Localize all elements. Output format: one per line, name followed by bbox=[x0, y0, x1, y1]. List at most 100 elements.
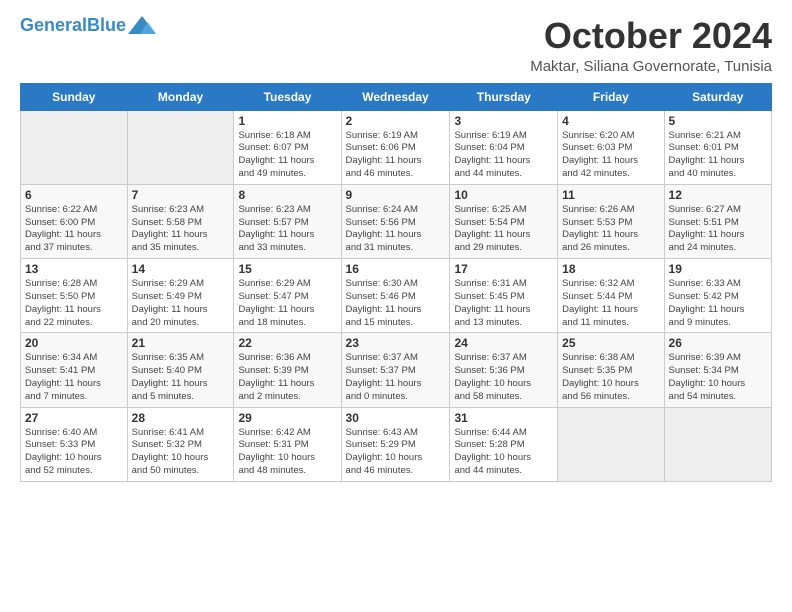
location-title: Maktar, Siliana Governorate, Tunisia bbox=[530, 58, 772, 75]
column-header-wednesday: Wednesday bbox=[341, 83, 450, 110]
day-info: Sunrise: 6:31 AMSunset: 5:45 PMDaylight:… bbox=[454, 278, 553, 329]
calendar-table: SundayMondayTuesdayWednesdayThursdayFrid… bbox=[20, 83, 772, 482]
day-info: Sunrise: 6:22 AMSunset: 6:00 PMDaylight:… bbox=[25, 204, 123, 255]
calendar-cell: 8Sunrise: 6:23 AMSunset: 5:57 PMDaylight… bbox=[234, 184, 341, 258]
day-info: Sunrise: 6:36 AMSunset: 5:39 PMDaylight:… bbox=[238, 352, 336, 403]
day-info: Sunrise: 6:37 AMSunset: 5:37 PMDaylight:… bbox=[346, 352, 446, 403]
week-row-5: 27 Sunrise: 6:40 AMSunset: 5:33 PMDayligh… bbox=[21, 407, 772, 481]
day-number: 11 bbox=[562, 188, 659, 202]
day-number: 31 bbox=[454, 411, 553, 425]
day-info: Sunrise: 6:20 AMSunset: 6:03 PMDaylight:… bbox=[562, 130, 659, 181]
calendar-header-row: SundayMondayTuesdayWednesdayThursdayFrid… bbox=[21, 83, 772, 110]
page: GeneralBlue October 2024 Maktar, Siliana… bbox=[0, 0, 792, 612]
day-info: Sunrise: 6:19 AMSunset: 6:06 PMDaylight:… bbox=[346, 130, 446, 181]
day-number: 5 bbox=[669, 114, 767, 128]
day-number: 19 bbox=[669, 262, 767, 276]
day-number: 29 bbox=[238, 411, 336, 425]
calendar-cell: 26Sunrise: 6:39 AMSunset: 5:34 PMDayligh… bbox=[664, 333, 771, 407]
day-number: 16 bbox=[346, 262, 446, 276]
calendar-cell: 16 Sunrise: 6:30 AMSunset: 5:46 PMDayligh… bbox=[341, 259, 450, 333]
day-number: 24 bbox=[454, 336, 553, 350]
week-row-2: 6 Sunrise: 6:22 AMSunset: 6:00 PMDaylight… bbox=[21, 184, 772, 258]
day-info: Sunrise: 6:37 AMSunset: 5:36 PMDaylight:… bbox=[454, 352, 553, 403]
day-info: Sunrise: 6:29 AMSunset: 5:49 PMDaylight:… bbox=[132, 278, 230, 329]
calendar-cell: 14 Sunrise: 6:29 AMSunset: 5:49 PMDayligh… bbox=[127, 259, 234, 333]
month-title: October 2024 bbox=[530, 16, 772, 56]
day-info: Sunrise: 6:33 AMSunset: 5:42 PMDaylight:… bbox=[669, 278, 767, 329]
day-number: 23 bbox=[346, 336, 446, 350]
calendar-cell: 15Sunrise: 6:29 AMSunset: 5:47 PMDayligh… bbox=[234, 259, 341, 333]
day-info: Sunrise: 6:28 AMSunset: 5:50 PMDaylight:… bbox=[25, 278, 123, 329]
calendar-cell: 6 Sunrise: 6:22 AMSunset: 6:00 PMDaylight… bbox=[21, 184, 128, 258]
calendar-cell bbox=[664, 407, 771, 481]
calendar-cell: 17 Sunrise: 6:31 AMSunset: 5:45 PMDayligh… bbox=[450, 259, 558, 333]
calendar-cell bbox=[127, 110, 234, 184]
calendar-cell: 30 Sunrise: 6:43 AMSunset: 5:29 PMDayligh… bbox=[341, 407, 450, 481]
logo-text: GeneralBlue bbox=[20, 16, 126, 36]
calendar-cell: 25 Sunrise: 6:38 AMSunset: 5:35 PMDayligh… bbox=[558, 333, 664, 407]
calendar-cell: 27 Sunrise: 6:40 AMSunset: 5:33 PMDayligh… bbox=[21, 407, 128, 481]
day-info: Sunrise: 6:42 AMSunset: 5:31 PMDaylight:… bbox=[238, 427, 336, 478]
calendar-cell: 4 Sunrise: 6:20 AMSunset: 6:03 PMDaylight… bbox=[558, 110, 664, 184]
logo-icon bbox=[128, 14, 156, 36]
calendar-cell: 18Sunrise: 6:32 AMSunset: 5:44 PMDayligh… bbox=[558, 259, 664, 333]
day-info: Sunrise: 6:35 AMSunset: 5:40 PMDaylight:… bbox=[132, 352, 230, 403]
day-number: 10 bbox=[454, 188, 553, 202]
day-info: Sunrise: 6:34 AMSunset: 5:41 PMDaylight:… bbox=[25, 352, 123, 403]
calendar-cell: 5 Sunrise: 6:21 AMSunset: 6:01 PMDaylight… bbox=[664, 110, 771, 184]
calendar-cell: 19 Sunrise: 6:33 AMSunset: 5:42 PMDayligh… bbox=[664, 259, 771, 333]
calendar-cell: 11Sunrise: 6:26 AMSunset: 5:53 PMDayligh… bbox=[558, 184, 664, 258]
calendar-cell: 12 Sunrise: 6:27 AMSunset: 5:51 PMDayligh… bbox=[664, 184, 771, 258]
calendar-cell: 3Sunrise: 6:19 AMSunset: 6:04 PMDaylight… bbox=[450, 110, 558, 184]
day-info: Sunrise: 6:27 AMSunset: 5:51 PMDaylight:… bbox=[669, 204, 767, 255]
calendar-cell: 22 Sunrise: 6:36 AMSunset: 5:39 PMDayligh… bbox=[234, 333, 341, 407]
day-number: 25 bbox=[562, 336, 659, 350]
day-info: Sunrise: 6:25 AMSunset: 5:54 PMDaylight:… bbox=[454, 204, 553, 255]
day-info: Sunrise: 6:38 AMSunset: 5:35 PMDaylight:… bbox=[562, 352, 659, 403]
calendar-cell: 28Sunrise: 6:41 AMSunset: 5:32 PMDayligh… bbox=[127, 407, 234, 481]
day-number: 4 bbox=[562, 114, 659, 128]
calendar-cell: 23 Sunrise: 6:37 AMSunset: 5:37 PMDayligh… bbox=[341, 333, 450, 407]
day-info: Sunrise: 6:18 AMSunset: 6:07 PMDaylight:… bbox=[238, 130, 336, 181]
column-header-sunday: Sunday bbox=[21, 83, 128, 110]
day-number: 27 bbox=[25, 411, 123, 425]
day-number: 14 bbox=[132, 262, 230, 276]
calendar-cell: 20 Sunrise: 6:34 AMSunset: 5:41 PMDayligh… bbox=[21, 333, 128, 407]
day-info: Sunrise: 6:23 AMSunset: 5:57 PMDaylight:… bbox=[238, 204, 336, 255]
week-row-1: 1Sunrise: 6:18 AMSunset: 6:07 PMDaylight… bbox=[21, 110, 772, 184]
day-info: Sunrise: 6:24 AMSunset: 5:56 PMDaylight:… bbox=[346, 204, 446, 255]
calendar-cell: 9 Sunrise: 6:24 AMSunset: 5:56 PMDaylight… bbox=[341, 184, 450, 258]
day-number: 22 bbox=[238, 336, 336, 350]
day-number: 2 bbox=[346, 114, 446, 128]
day-info: Sunrise: 6:21 AMSunset: 6:01 PMDaylight:… bbox=[669, 130, 767, 181]
day-number: 30 bbox=[346, 411, 446, 425]
day-info: Sunrise: 6:39 AMSunset: 5:34 PMDaylight:… bbox=[669, 352, 767, 403]
day-info: Sunrise: 6:43 AMSunset: 5:29 PMDaylight:… bbox=[346, 427, 446, 478]
day-number: 7 bbox=[132, 188, 230, 202]
calendar-cell: 10 Sunrise: 6:25 AMSunset: 5:54 PMDayligh… bbox=[450, 184, 558, 258]
calendar-cell: 7 Sunrise: 6:23 AMSunset: 5:58 PMDaylight… bbox=[127, 184, 234, 258]
calendar-cell: 24 Sunrise: 6:37 AMSunset: 5:36 PMDayligh… bbox=[450, 333, 558, 407]
calendar-cell bbox=[21, 110, 128, 184]
day-info: Sunrise: 6:40 AMSunset: 5:33 PMDaylight:… bbox=[25, 427, 123, 478]
day-number: 9 bbox=[346, 188, 446, 202]
day-number: 15 bbox=[238, 262, 336, 276]
day-info: Sunrise: 6:44 AMSunset: 5:28 PMDaylight:… bbox=[454, 427, 553, 478]
day-number: 17 bbox=[454, 262, 553, 276]
day-number: 12 bbox=[669, 188, 767, 202]
calendar-cell bbox=[558, 407, 664, 481]
title-block: October 2024 Maktar, Siliana Governorate… bbox=[530, 16, 772, 75]
day-number: 20 bbox=[25, 336, 123, 350]
calendar-cell: 13Sunrise: 6:28 AMSunset: 5:50 PMDayligh… bbox=[21, 259, 128, 333]
column-header-tuesday: Tuesday bbox=[234, 83, 341, 110]
week-row-4: 20 Sunrise: 6:34 AMSunset: 5:41 PMDayligh… bbox=[21, 333, 772, 407]
day-number: 6 bbox=[25, 188, 123, 202]
calendar-cell: 31 Sunrise: 6:44 AMSunset: 5:28 PMDayligh… bbox=[450, 407, 558, 481]
logo: GeneralBlue bbox=[20, 16, 156, 36]
day-info: Sunrise: 6:30 AMSunset: 5:46 PMDaylight:… bbox=[346, 278, 446, 329]
day-number: 28 bbox=[132, 411, 230, 425]
calendar-cell: 21Sunrise: 6:35 AMSunset: 5:40 PMDayligh… bbox=[127, 333, 234, 407]
day-number: 18 bbox=[562, 262, 659, 276]
day-info: Sunrise: 6:23 AMSunset: 5:58 PMDaylight:… bbox=[132, 204, 230, 255]
header: GeneralBlue October 2024 Maktar, Siliana… bbox=[20, 16, 772, 75]
